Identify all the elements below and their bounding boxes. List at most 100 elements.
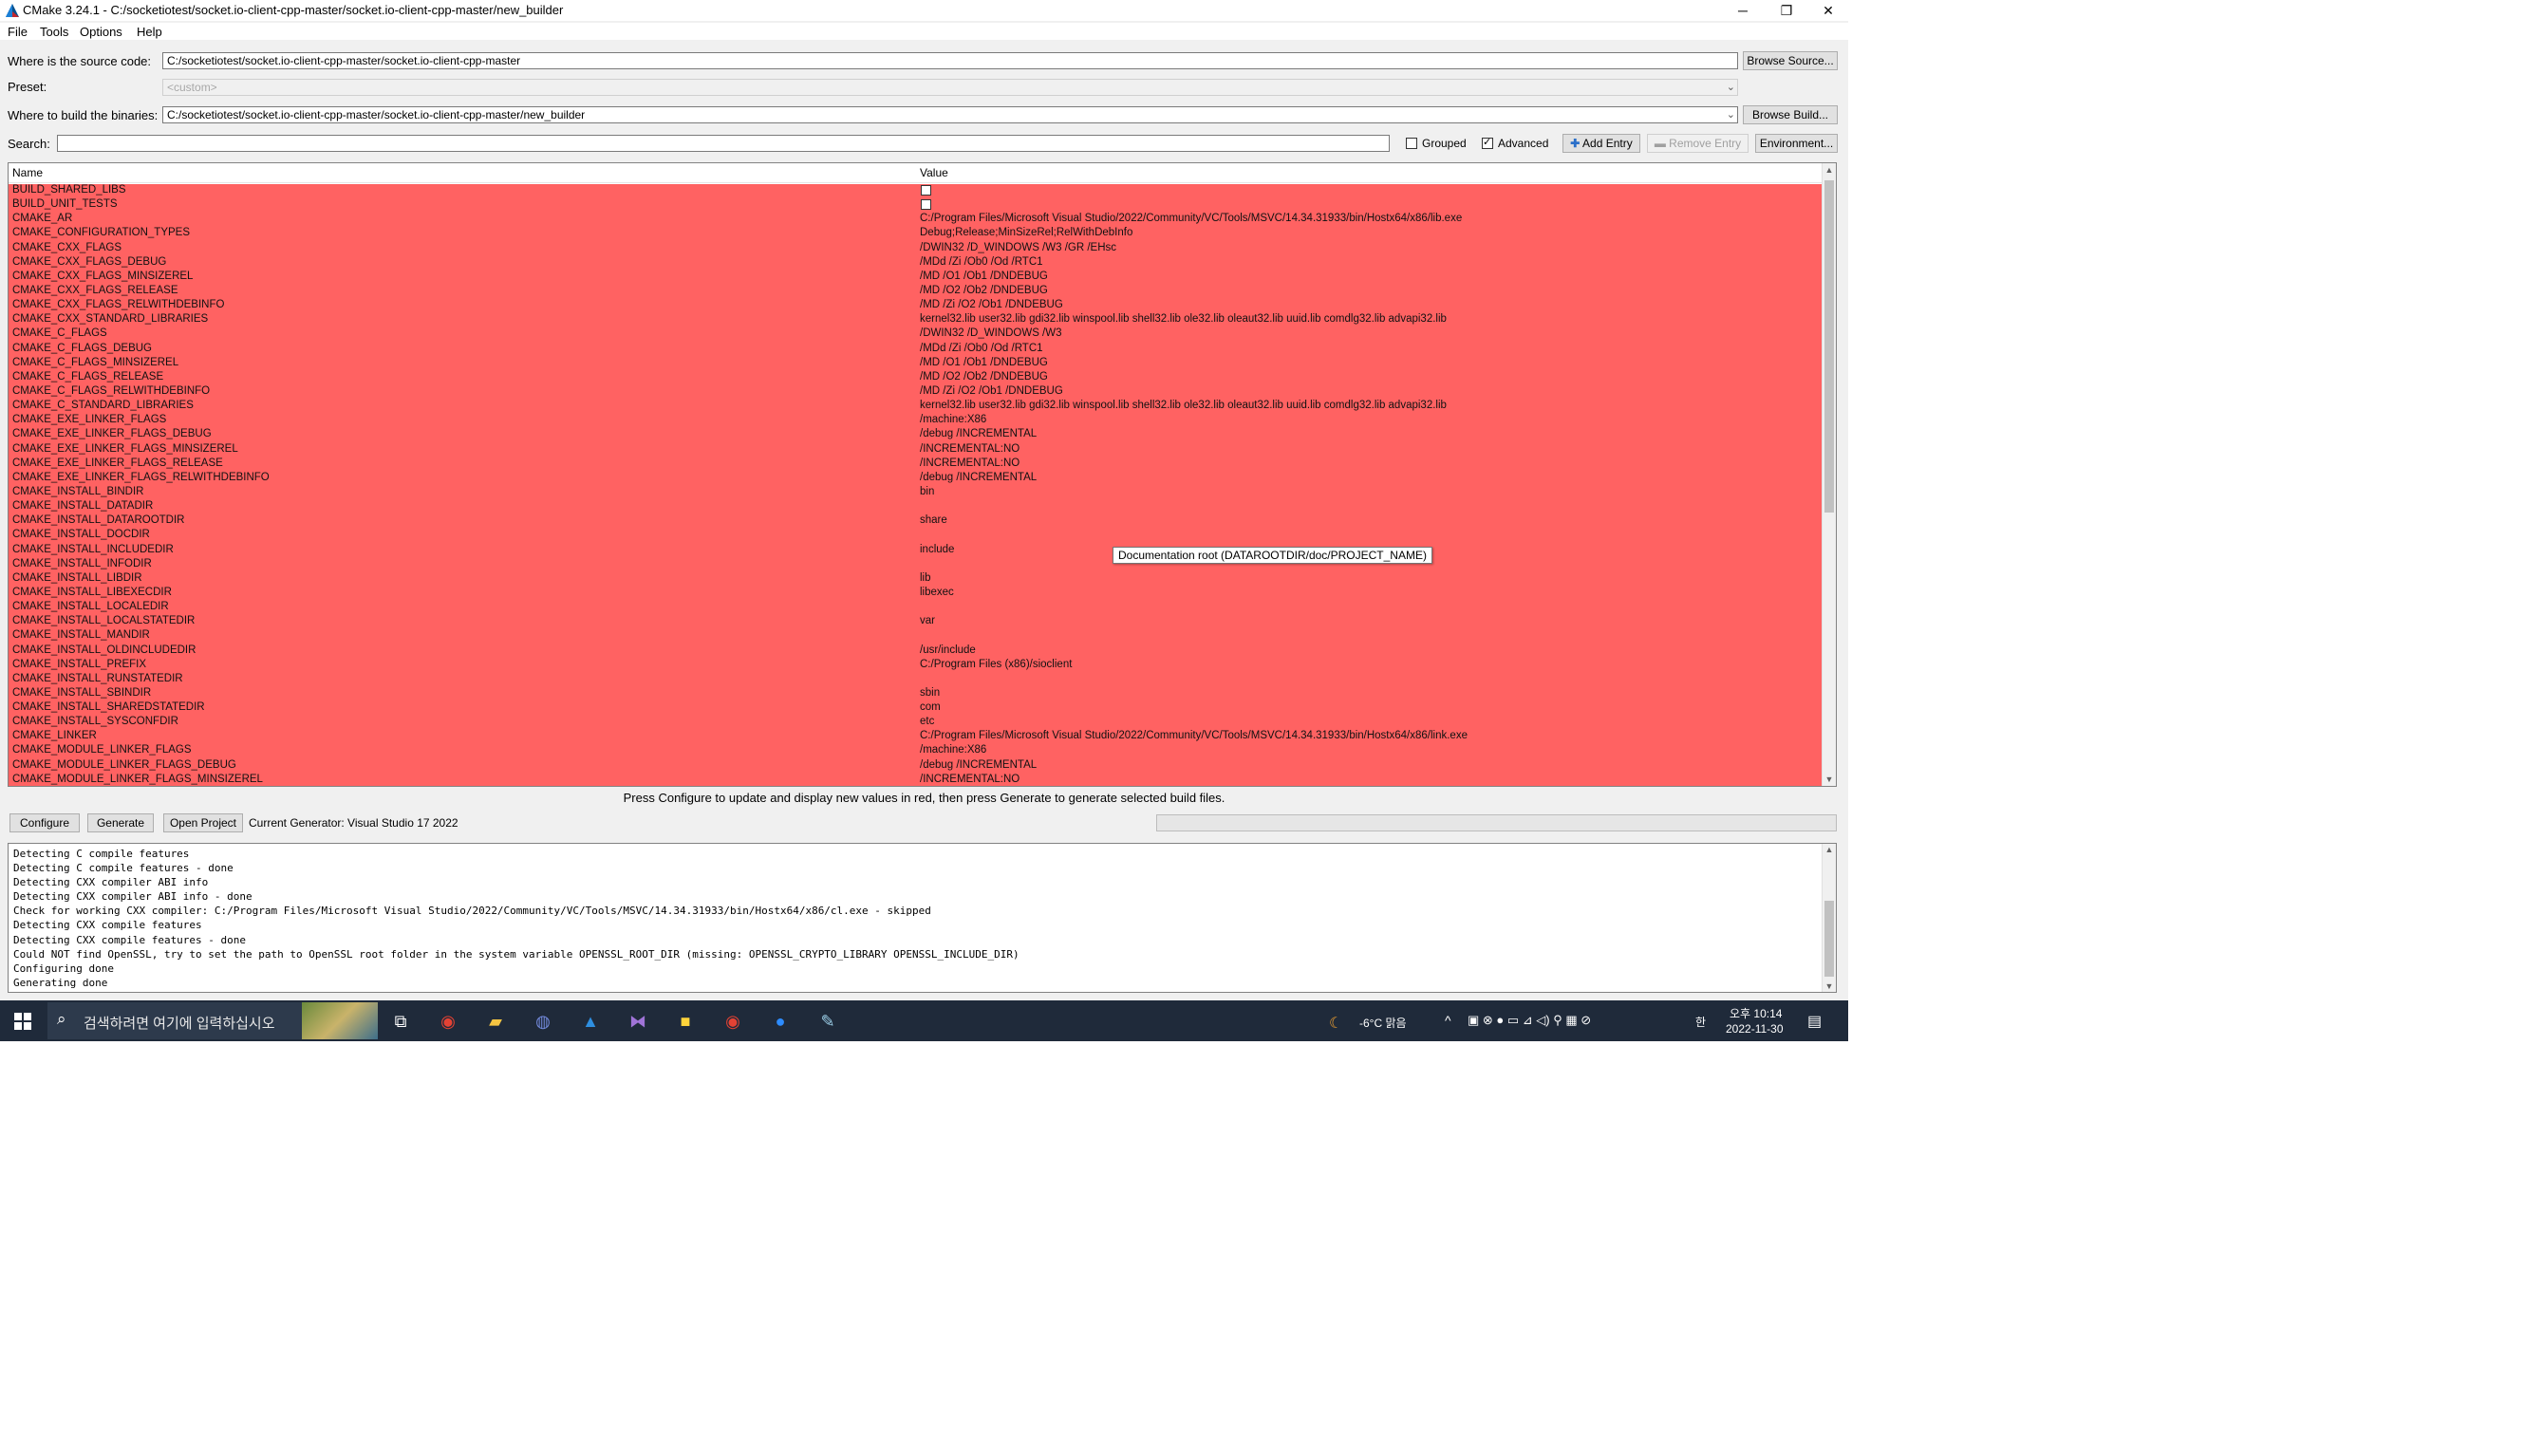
entry-value[interactable]: C:/Program Files/Microsoft Visual Studio…	[920, 730, 1468, 741]
chrome-icon[interactable]: ◉	[435, 1008, 461, 1035]
table-row[interactable]: CMAKE_AR C:/Program Files/Microsoft Visua…	[9, 213, 1823, 227]
discord-icon[interactable]: ◍	[530, 1008, 556, 1035]
output-scrollbar[interactable]: ▲ ▼	[1822, 844, 1836, 992]
chrome-icon-2[interactable]: ◉	[720, 1008, 746, 1035]
table-row[interactable]: BUILD_UNIT_TESTS	[9, 198, 1823, 213]
table-row[interactable]: CMAKE_CONFIGURATION_TYPES Debug;Release;M…	[9, 227, 1823, 241]
browse-build-button[interactable]: Browse Build...	[1743, 105, 1838, 124]
table-row[interactable]: CMAKE_INSTALL_PREFIX C:/Program Files (x8…	[9, 659, 1823, 673]
table-row[interactable]: CMAKE_INSTALL_DOCDIR	[9, 529, 1823, 543]
table-row[interactable]: CMAKE_CXX_FLAGS_RELEASE/MD /O2 /Ob2 /DND…	[9, 285, 1823, 299]
entry-value[interactable]: /debug /INCREMENTAL	[920, 759, 1037, 771]
clock-date[interactable]: 2022-11-30	[1726, 1022, 1784, 1036]
close-button[interactable]: ✕	[1809, 0, 1847, 21]
table-row[interactable]: CMAKE_EXE_LINKER_FLAGS_RELWITHDEBINFO/de…	[9, 472, 1823, 486]
preset-select[interactable]: <custom> ⌄	[162, 79, 1738, 96]
table-row[interactable]: BUILD_SHARED_LIBS	[9, 184, 1823, 198]
menu-help[interactable]: Help	[137, 25, 162, 39]
entry-value[interactable]: C:/Program Files/Microsoft Visual Studio…	[920, 213, 1462, 224]
scroll-down-icon[interactable]: ▼	[1823, 775, 1836, 784]
add-entry-button[interactable]: ✚ Add Entry	[1562, 134, 1640, 153]
tray-icons[interactable]: ▣ ⊗ ● ▭ ⊿ ◁) ⚲ ▦ ⊘	[1468, 1013, 1591, 1028]
table-row[interactable]: CMAKE_C_FLAGS_RELEASE/MD /O2 /Ob2 /DNDEB…	[9, 371, 1823, 385]
table-row[interactable]: CMAKE_INSTALL_RUNSTATEDIR	[9, 673, 1823, 687]
grouped-checkbox[interactable]	[1406, 138, 1417, 149]
table-row[interactable]: CMAKE_INSTALL_DATAROOTDIR share	[9, 514, 1823, 529]
table-row[interactable]: CMAKE_INSTALL_OLDINCLUDEDIR/usr/include	[9, 644, 1823, 659]
open-project-button[interactable]: Open Project	[163, 813, 243, 832]
generate-button[interactable]: Generate	[87, 813, 154, 832]
table-row[interactable]: CMAKE_INSTALL_SYSCONFDIR etc	[9, 716, 1823, 730]
table-row[interactable]: CMAKE_INSTALL_SHAREDSTATEDIR com	[9, 701, 1823, 716]
table-row[interactable]: CMAKE_INSTALL_LIBDIR lib	[9, 572, 1823, 587]
entry-value[interactable]: share	[920, 514, 947, 526]
cmake-taskbar-icon[interactable]: ▲	[577, 1008, 604, 1035]
entry-value[interactable]: /MD /O1 /Ob1 /DNDEBUG	[920, 357, 1048, 368]
entry-value[interactable]: /MD /O2 /Ob2 /DNDEBUG	[920, 371, 1048, 383]
browse-source-button[interactable]: Browse Source...	[1743, 51, 1838, 70]
table-row[interactable]: CMAKE_C_FLAGS_MINSIZEREL/MD /O1 /Ob1 /DN…	[9, 357, 1823, 371]
file-explorer-icon[interactable]: ▰	[482, 1008, 509, 1035]
table-row[interactable]: CMAKE_CXX_FLAGS_DEBUG/MDd /Zi /Ob0 /Od /…	[9, 256, 1823, 271]
entry-value[interactable]: /MD /Zi /O2 /Ob1 /DNDEBUG	[920, 385, 1063, 397]
scrollbar-thumb[interactable]	[1824, 901, 1834, 977]
scroll-up-icon[interactable]: ▲	[1823, 165, 1836, 175]
environment-button[interactable]: Environment...	[1755, 134, 1838, 153]
kakaotalk-icon[interactable]: ■	[672, 1008, 699, 1035]
entry-value[interactable]: C:/Program Files (x86)/sioclient	[920, 659, 1072, 670]
entry-value[interactable]: /INCREMENTAL:NO	[920, 774, 1019, 785]
visual-studio-icon[interactable]: ⧓	[625, 1008, 651, 1035]
restore-button[interactable]: ❐	[1768, 0, 1805, 21]
table-row[interactable]: CMAKE_EXE_LINKER_FLAGS/machine:X86	[9, 414, 1823, 428]
table-row[interactable]: CMAKE_INSTALL_LIBEXECDIR libexec	[9, 587, 1823, 601]
table-row[interactable]: CMAKE_C_FLAGS_DEBUG/MDd /Zi /Ob0 /Od /RT…	[9, 343, 1823, 357]
entry-checkbox[interactable]	[921, 185, 931, 196]
zoom-icon[interactable]: ●	[767, 1008, 794, 1035]
scroll-down-icon[interactable]: ▼	[1823, 981, 1836, 991]
table-row[interactable]: CMAKE_MODULE_LINKER_FLAGS_MINSIZEREL/INC…	[9, 774, 1823, 786]
entry-value[interactable]: /DWIN32 /D_WINDOWS /W3 /GR /EHsc	[920, 242, 1116, 253]
table-row[interactable]: CMAKE_C_FLAGS_RELWITHDEBINFO/MD /Zi /O2 …	[9, 385, 1823, 400]
entry-value[interactable]: include	[920, 544, 954, 555]
minimize-button[interactable]: ─	[1724, 0, 1762, 21]
table-row[interactable]: CMAKE_INSTALL_SBINDIR sbin	[9, 687, 1823, 701]
entry-value[interactable]: /machine:X86	[920, 414, 986, 425]
entry-value[interactable]: /INCREMENTAL:NO	[920, 457, 1019, 469]
entry-value[interactable]: /machine:X86	[920, 744, 986, 756]
table-row[interactable]: CMAKE_INSTALL_LOCALEDIR	[9, 601, 1823, 615]
table-row[interactable]: CMAKE_INSTALL_INCLUDEDIR include	[9, 544, 1823, 558]
menu-file[interactable]: File	[8, 25, 28, 39]
table-row[interactable]: CMAKE_INSTALL_BINDIR bin	[9, 486, 1823, 500]
ime-indicator[interactable]: 한	[1695, 1014, 1706, 1030]
table-row[interactable]: CMAKE_C_STANDARD_LIBRARIES kernel32.lib u…	[9, 400, 1823, 414]
entry-value[interactable]: kernel32.lib user32.lib gdi32.lib winspo…	[920, 400, 1447, 411]
scroll-up-icon[interactable]: ▲	[1823, 845, 1836, 854]
entry-value[interactable]: lib	[920, 572, 931, 584]
entry-value[interactable]: libexec	[920, 587, 954, 598]
configure-button[interactable]: Configure	[9, 813, 80, 832]
table-row[interactable]: CMAKE_MODULE_LINKER_FLAGS/machine:X86	[9, 744, 1823, 758]
table-row[interactable]: CMAKE_LINKER C:/Program Files/Microsoft V…	[9, 730, 1823, 744]
table-scrollbar[interactable]: ▲ ▼	[1822, 163, 1836, 786]
output-log[interactable]: Detecting C compile features Detecting C …	[8, 843, 1837, 993]
entry-value[interactable]: /MDd /Zi /Ob0 /Od /RTC1	[920, 256, 1043, 268]
task-view-icon[interactable]: ⧉	[387, 1008, 414, 1035]
table-row[interactable]: CMAKE_CXX_FLAGS_MINSIZEREL/MD /O1 /Ob1 /…	[9, 271, 1823, 285]
table-row[interactable]: CMAKE_INSTALL_LOCALSTATEDIR var	[9, 615, 1823, 629]
app-icon[interactable]: ✎	[814, 1008, 841, 1035]
table-row[interactable]: CMAKE_EXE_LINKER_FLAGS_DEBUG/debug /INCR…	[9, 428, 1823, 442]
entry-value[interactable]: com	[920, 701, 941, 713]
table-row[interactable]: CMAKE_INSTALL_DATADIR	[9, 500, 1823, 514]
table-row[interactable]: CMAKE_C_FLAGS/DWIN32 /D_WINDOWS /W3	[9, 327, 1823, 342]
notification-icon[interactable]: ▤	[1807, 1012, 1822, 1031]
entry-value[interactable]: sbin	[920, 687, 940, 699]
taskbar-search-box[interactable]: ⌕ 검색하려면 여기에 입력하십시오	[47, 1002, 378, 1039]
windows-start-icon[interactable]	[9, 1008, 36, 1035]
entry-value[interactable]: /MDd /Zi /Ob0 /Od /RTC1	[920, 343, 1043, 354]
entry-value[interactable]: /debug /INCREMENTAL	[920, 472, 1037, 483]
entry-value[interactable]: /INCREMENTAL:NO	[920, 443, 1019, 455]
entry-value[interactable]: /MD /O2 /Ob2 /DNDEBUG	[920, 285, 1048, 296]
entry-value[interactable]: bin	[920, 486, 934, 497]
remove-entry-button[interactable]: ▬ Remove Entry	[1647, 134, 1749, 153]
scrollbar-thumb[interactable]	[1824, 180, 1834, 513]
